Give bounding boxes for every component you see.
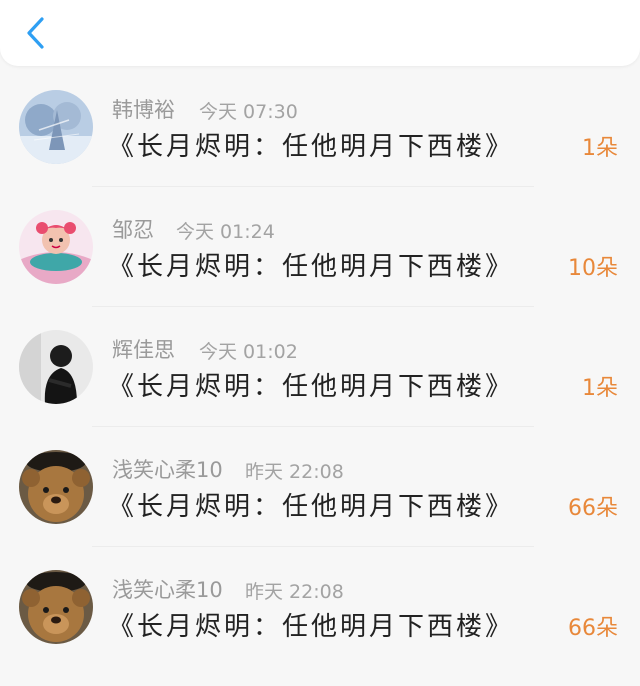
flower-count: 66朵 [568,496,618,521]
divider [92,306,534,307]
timestamp: 今天 07:30 [199,101,298,123]
list-item[interactable]: 辉佳思 今天 01:02 《长月烬明：任他明月下西楼》 1朵 [0,326,640,446]
avatar[interactable] [19,570,93,644]
book-title: 《长月烬明：任他明月下西楼》 [108,612,515,642]
flower-count: 1朵 [582,136,618,161]
avatar[interactable] [19,450,93,524]
divider [92,186,534,187]
divider [92,546,534,547]
user-name: 浅笑心柔10 [112,578,223,602]
flower-count: 1朵 [582,376,618,401]
user-name: 邹忍 [112,218,154,242]
list-item[interactable]: 浅笑心柔10 昨天 22:08 《长月烬明：任他明月下西楼》 66朵 [0,446,640,566]
cartoon-girl-avatar [19,210,93,284]
book-title: 《长月烬明：任他明月下西楼》 [108,252,515,282]
book-title: 《长月烬明：任他明月下西楼》 [108,492,515,522]
timestamp: 今天 01:02 [199,341,298,363]
timestamp: 昨天 22:08 [245,581,344,603]
gift-record-list: 韩博裕 今天 07:30 《长月烬明：任他明月下西楼》 1朵 邹忍 今天 01:… [0,86,640,686]
silhouette-avatar [19,330,93,404]
back-button[interactable] [18,14,52,52]
avatar[interactable] [19,330,93,404]
list-item[interactable]: 韩博裕 今天 07:30 《长月烬明：任他明月下西楼》 1朵 [0,86,640,206]
timestamp: 昨天 22:08 [245,461,344,483]
flower-count: 66朵 [568,616,618,641]
divider [92,426,534,427]
list-item[interactable]: 邹忍 今天 01:24 《长月烬明：任他明月下西楼》 10朵 [0,206,640,326]
avatar[interactable] [19,210,93,284]
teddy-bear-avatar [19,570,93,644]
user-name: 辉佳思 [112,338,175,362]
teddy-bear-avatar [19,450,93,524]
winter-tree-avatar [19,90,93,164]
flower-count: 10朵 [568,256,618,281]
avatar[interactable] [19,90,93,164]
book-title: 《长月烬明：任他明月下西楼》 [108,372,515,402]
top-bar [0,0,640,66]
list-item[interactable]: 浅笑心柔10 昨天 22:08 《长月烬明：任他明月下西楼》 66朵 [0,566,640,686]
timestamp: 今天 01:24 [176,221,275,243]
book-title: 《长月烬明：任他明月下西楼》 [108,132,515,162]
user-name: 韩博裕 [112,98,175,122]
chevron-left-icon [27,17,44,49]
user-name: 浅笑心柔10 [112,458,223,482]
